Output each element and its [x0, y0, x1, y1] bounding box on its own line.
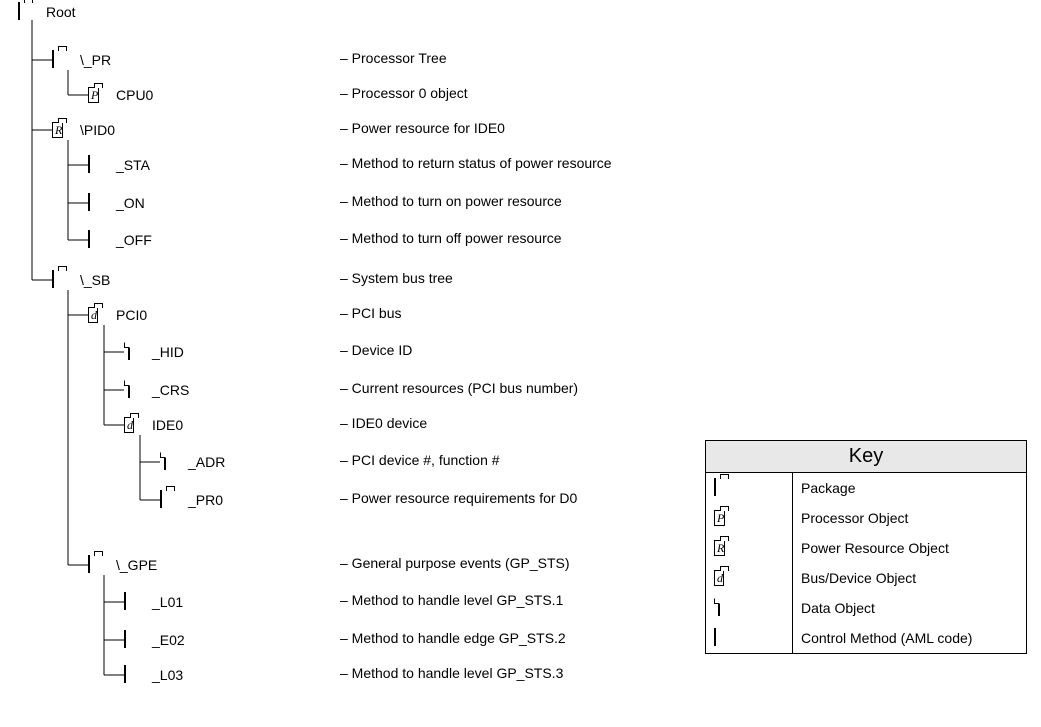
legend-row: Control Method (AML code)	[706, 623, 1026, 653]
package-icon	[52, 271, 80, 289]
data-icon	[160, 453, 188, 471]
tree-node-desc: – Device ID	[340, 342, 412, 358]
tree-node-pid0[interactable]: R \PID0	[52, 120, 115, 140]
method-icon	[714, 629, 742, 647]
legend-table: Package P Processor Object R Power Resou…	[706, 473, 1026, 653]
tree-node-label: _OFF	[116, 232, 152, 248]
tree-node-gpe[interactable]: \_GPE	[88, 555, 157, 575]
tree-node-l03[interactable]: _L03	[124, 665, 183, 685]
power-resource-icon: R	[714, 539, 742, 557]
method-icon	[88, 194, 116, 212]
package-icon	[52, 51, 80, 69]
tree-node-label: _CRS	[152, 382, 189, 398]
method-icon	[124, 666, 152, 684]
device-icon: d	[124, 416, 152, 434]
power-resource-icon: R	[52, 121, 80, 139]
tree-node-label: _L03	[152, 667, 183, 683]
legend-row: d Bus/Device Object	[706, 563, 1026, 593]
tree-node-on[interactable]: _ON	[88, 193, 145, 213]
tree-node-desc: – Method to return status of power resou…	[340, 155, 612, 171]
legend-label: Bus/Device Object	[793, 563, 1027, 593]
tree-node-desc: – General purpose events (GP_STS)	[340, 555, 570, 571]
method-icon	[124, 631, 152, 649]
tree-node-desc: – PCI device #, function #	[340, 452, 500, 468]
package-icon	[88, 556, 116, 574]
method-icon	[124, 593, 152, 611]
tree-node-sb[interactable]: \_SB	[52, 270, 110, 290]
tree-node-desc: – Method to turn off power resource	[340, 230, 562, 246]
legend-row: R Power Resource Object	[706, 533, 1026, 563]
package-icon	[714, 479, 742, 497]
legend-title: Key	[706, 441, 1026, 473]
tree-node-desc: – IDE0 device	[340, 415, 427, 431]
legend-row: Package	[706, 473, 1026, 503]
legend-box: Key Package P Processor Object R Power R…	[705, 440, 1027, 654]
tree-node-adr[interactable]: _ADR	[160, 452, 225, 472]
data-icon	[124, 343, 152, 361]
tree-node-off[interactable]: _OFF	[88, 230, 152, 250]
tree-node-pr[interactable]: \_PR	[52, 50, 111, 70]
legend-label: Control Method (AML code)	[793, 623, 1027, 653]
legend-label: Power Resource Object	[793, 533, 1027, 563]
method-icon	[88, 156, 116, 174]
tree-node-l01[interactable]: _L01	[124, 592, 183, 612]
tree-node-desc: – Method to handle level GP_STS.3	[340, 665, 563, 681]
tree-node-label: _E02	[152, 632, 185, 648]
tree-node-desc: – System bus tree	[340, 270, 453, 286]
tree-node-pci0[interactable]: d PCI0	[88, 305, 147, 325]
tree-node-e02[interactable]: _E02	[124, 630, 185, 650]
tree-node-label: CPU0	[116, 87, 153, 103]
tree-node-pr0[interactable]: _PR0	[160, 490, 223, 510]
tree-node-cpu0[interactable]: P CPU0	[88, 85, 153, 105]
tree-node-desc: – Current resources (PCI bus number)	[340, 380, 578, 396]
tree-node-hid[interactable]: _HID	[124, 342, 184, 362]
tree-node-desc: – Method to handle level GP_STS.1	[340, 592, 563, 608]
tree-node-desc: – Power resource for IDE0	[340, 120, 505, 136]
legend-label: Processor Object	[793, 503, 1027, 533]
tree-node-label: Root	[46, 4, 76, 20]
tree-node-label: _ON	[116, 195, 145, 211]
tree-node-crs[interactable]: _CRS	[124, 380, 189, 400]
legend-label: Data Object	[793, 593, 1027, 623]
data-icon	[714, 599, 742, 617]
tree-node-label: IDE0	[152, 417, 183, 433]
processor-icon: P	[714, 509, 742, 527]
processor-icon: P	[88, 86, 116, 104]
tree-node-desc: – Method to turn on power resource	[340, 193, 562, 209]
package-icon	[18, 3, 46, 21]
tree-node-label: \_SB	[80, 272, 110, 288]
tree-node-label: _ADR	[188, 454, 225, 470]
tree-node-label: \_GPE	[116, 557, 157, 573]
tree-node-sta[interactable]: _STA	[88, 155, 150, 175]
tree-node-label: \_PR	[80, 52, 111, 68]
device-icon: d	[88, 306, 116, 324]
tree-node-label: _STA	[116, 157, 150, 173]
data-icon	[124, 381, 152, 399]
device-icon: d	[714, 569, 742, 587]
legend-label: Package	[793, 473, 1027, 503]
tree-node-label: _L01	[152, 594, 183, 610]
tree-node-root[interactable]: Root	[18, 2, 76, 22]
tree-node-desc: – PCI bus	[340, 305, 401, 321]
tree-node-label: \PID0	[80, 122, 115, 138]
tree-node-desc: – Processor Tree	[340, 50, 447, 66]
tree-node-desc: – Method to handle edge GP_STS.2	[340, 630, 566, 646]
tree-node-label: PCI0	[116, 307, 147, 323]
tree-node-ide0[interactable]: d IDE0	[124, 415, 183, 435]
tree-node-label: _PR0	[188, 492, 223, 508]
tree-node-desc: – Power resource requirements for D0	[340, 490, 577, 506]
method-icon	[88, 231, 116, 249]
tree-node-label: _HID	[152, 344, 184, 360]
legend-row: P Processor Object	[706, 503, 1026, 533]
tree-node-desc: – Processor 0 object	[340, 85, 468, 101]
package-icon	[160, 491, 188, 509]
legend-row: Data Object	[706, 593, 1026, 623]
